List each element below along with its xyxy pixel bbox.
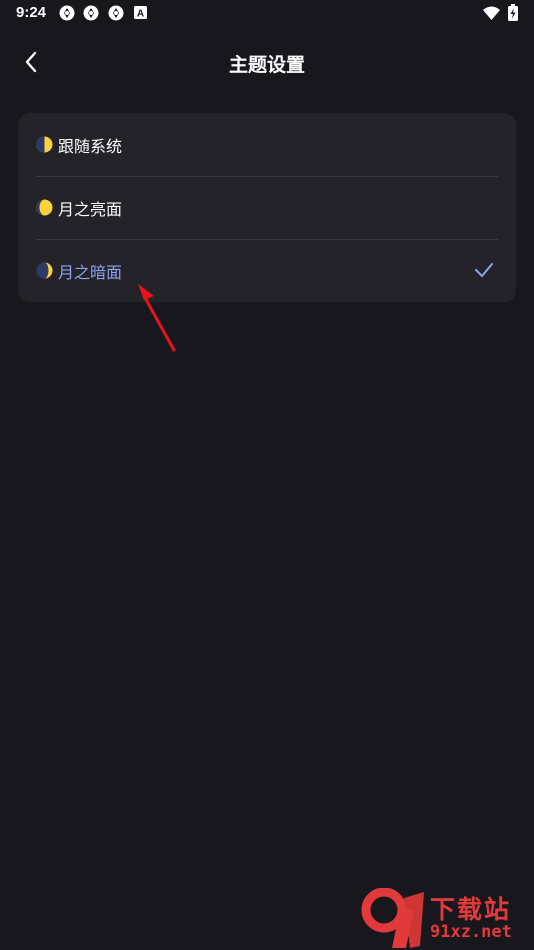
theme-option-label: 跟随系统: [58, 137, 123, 156]
annotation-arrow-icon: [138, 284, 176, 352]
theme-option-light[interactable]: 月之亮面: [18, 176, 516, 239]
dark-moon-icon: [36, 262, 53, 279]
battery-charging-icon: [508, 4, 518, 21]
bright-moon-icon: [36, 199, 53, 216]
status-time: 9:24: [16, 4, 47, 21]
header: 主题设置: [0, 40, 534, 84]
watermark-brand: 下载站: [430, 895, 512, 924]
status-bar: 9:24 A: [0, 0, 534, 26]
a-badge-text: A: [137, 9, 144, 20]
app-notification-icon: [108, 5, 124, 21]
app-notification-icon: [59, 5, 75, 21]
half-moon-icon: [36, 136, 53, 153]
theme-option-dark[interactable]: 月之暗面: [18, 239, 516, 302]
wifi-icon: [483, 6, 500, 20]
theme-option-follow-system[interactable]: 跟随系统: [18, 113, 516, 176]
theme-options-card: 跟随系统 月之亮面 月之暗面: [18, 113, 516, 302]
page-title: 主题设置: [228, 54, 305, 76]
theme-option-label: 月之亮面: [58, 200, 123, 219]
app-notification-icon: [83, 5, 99, 21]
a-badge-icon: A: [134, 6, 147, 19]
checkmark-icon: [475, 263, 493, 277]
theme-option-label: 月之暗面: [58, 263, 123, 282]
watermark: 下载站 91xz.net: [360, 888, 534, 950]
watermark-site: 91xz.net: [430, 922, 512, 942]
watermark-logo-icon: [361, 888, 424, 948]
